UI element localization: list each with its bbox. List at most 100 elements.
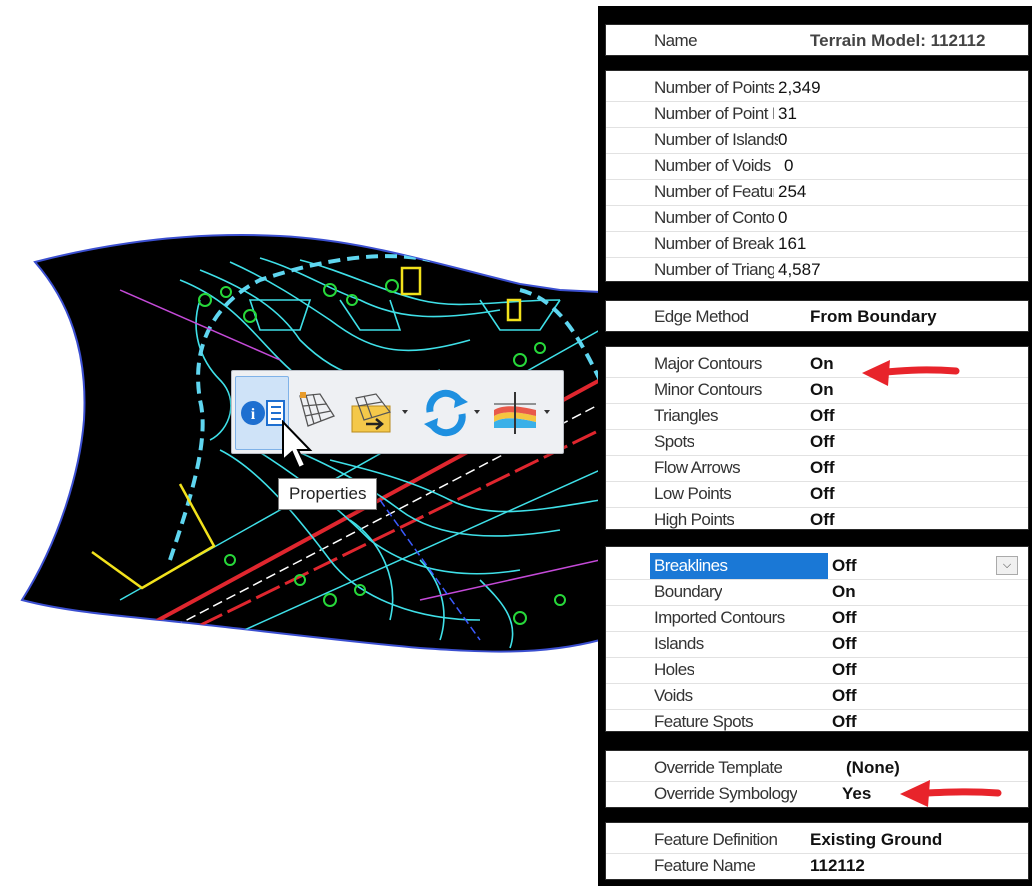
property-value[interactable]: Off: [832, 605, 857, 631]
property-label: Override Symbology: [654, 784, 798, 803]
property-label: Holes: [654, 660, 695, 679]
property-value[interactable]: From Boundary: [810, 304, 937, 330]
svg-text:i: i: [251, 406, 256, 423]
property-label: Feature Name: [654, 856, 756, 875]
property-row[interactable]: Major Contours On: [606, 351, 1028, 378]
property-label: Low Points: [654, 484, 732, 503]
property-label: Feature Definition: [654, 830, 778, 849]
property-value[interactable]: 112112: [810, 853, 865, 879]
mouse-pointer-icon: [281, 419, 315, 476]
property-label: Number of Voids: [654, 156, 771, 175]
property-value[interactable]: 0: [784, 153, 793, 179]
property-label: Number of Points: [654, 78, 774, 97]
property-label: Triangles: [654, 406, 718, 425]
annotation-arrow-icon: [862, 360, 960, 386]
property-label: Imported Contours: [654, 608, 785, 627]
property-value[interactable]: Terrain Model: 112112: [810, 28, 985, 54]
property-row[interactable]: Islands Off: [606, 631, 1028, 658]
property-value[interactable]: On: [810, 377, 834, 403]
profile-section-button[interactable]: [490, 376, 558, 448]
refresh-icon: [424, 389, 480, 437]
property-value[interactable]: Off: [832, 709, 857, 735]
property-value[interactable]: Off: [810, 455, 835, 481]
property-label: Minor Contours: [654, 380, 762, 399]
property-value[interactable]: Off: [810, 429, 835, 455]
display-group: Major Contours On Minor Contours On Triang…: [605, 346, 1029, 530]
property-label: Voids: [654, 686, 693, 705]
terrain-export-button[interactable]: [346, 376, 412, 448]
property-row[interactable]: Breaklines Off ⌵: [606, 553, 1028, 580]
property-value[interactable]: 0: [778, 127, 787, 153]
property-row[interactable]: Number of Feature 254: [606, 179, 1028, 206]
edge-method-group: Edge Method From Boundary: [605, 300, 1029, 332]
property-row[interactable]: Minor Contours On: [606, 377, 1028, 404]
property-row[interactable]: Low Points Off: [606, 481, 1028, 508]
property-value[interactable]: 4,587: [778, 257, 821, 283]
property-row[interactable]: Boundary On: [606, 579, 1028, 606]
property-value[interactable]: 161: [778, 231, 806, 257]
property-label: Edge Method: [654, 307, 749, 326]
property-row[interactable]: Number of Contou 0: [606, 205, 1028, 232]
property-label: Flow Arrows: [654, 458, 740, 477]
property-label: Override Template: [654, 758, 783, 777]
property-value[interactable]: Off: [810, 481, 835, 507]
property-row[interactable]: Number of Voids 0: [606, 153, 1028, 180]
property-value[interactable]: Off: [832, 657, 857, 683]
property-row[interactable]: Feature Spots Off: [606, 709, 1028, 735]
property-value[interactable]: Yes: [842, 781, 871, 807]
property-row[interactable]: Number of Islands 0: [606, 127, 1028, 154]
property-value[interactable]: Off: [810, 403, 835, 429]
property-label: Number of Triangl: [654, 260, 774, 279]
name-group: Name Terrain Model: 112112: [605, 24, 1029, 56]
property-label: Number of Feature: [654, 182, 774, 201]
property-value[interactable]: 2,349: [778, 75, 821, 101]
stats-group: Number of Points 2,349 Number of Point F3…: [605, 70, 1029, 282]
property-label-selected: Breaklines: [650, 553, 828, 579]
properties-tooltip: Properties: [278, 478, 378, 510]
property-label: Number of Contou: [654, 208, 774, 227]
property-label: Number of Islands: [654, 130, 778, 149]
property-value[interactable]: Off: [832, 553, 857, 579]
property-row[interactable]: Number of Triangl 4,587: [606, 257, 1028, 283]
property-value[interactable]: Off: [832, 683, 857, 709]
chevron-down-icon[interactable]: ⌵: [996, 556, 1018, 575]
property-value[interactable]: Off: [810, 507, 835, 533]
property-value[interactable]: 0: [778, 205, 787, 231]
property-row[interactable]: Triangles Off: [606, 403, 1028, 430]
property-row[interactable]: Number of Points 2,349: [606, 75, 1028, 102]
property-row[interactable]: Voids Off: [606, 683, 1028, 710]
property-label: Feature Spots: [654, 712, 753, 731]
property-label: Spots: [654, 432, 695, 451]
property-value[interactable]: 31: [778, 101, 797, 127]
property-label: Boundary: [654, 582, 722, 601]
property-row[interactable]: Feature Definition Existing Ground: [606, 827, 1028, 854]
property-value[interactable]: On: [810, 351, 834, 377]
features-group: Breaklines Off ⌵ Boundary On Imported Con…: [605, 546, 1029, 732]
property-value[interactable]: On: [832, 579, 856, 605]
property-row[interactable]: Flow Arrows Off: [606, 455, 1028, 482]
property-row[interactable]: Name Terrain Model: 112112: [606, 28, 1028, 54]
feature-definition-group: Feature Definition Existing Ground Featur…: [605, 822, 1029, 880]
property-row[interactable]: Number of Breakli 161: [606, 231, 1028, 258]
property-row[interactable]: High Points Off: [606, 507, 1028, 533]
property-value[interactable]: Existing Ground: [810, 827, 942, 853]
property-label: High Points: [654, 510, 735, 529]
property-row[interactable]: Imported Contours Off: [606, 605, 1028, 632]
property-row[interactable]: Edge Method From Boundary: [606, 304, 1028, 330]
property-row[interactable]: Feature Name 112112: [606, 853, 1028, 879]
annotation-arrow-icon: [900, 780, 1002, 807]
profile-section-icon: [494, 392, 550, 434]
property-label: Major Contours: [654, 354, 762, 373]
property-label: Islands: [654, 634, 704, 653]
property-value[interactable]: 254: [778, 179, 806, 205]
terrain-export-icon: [351, 393, 408, 433]
property-label: Number of Breakli: [654, 234, 774, 253]
property-row[interactable]: Holes Off: [606, 657, 1028, 684]
refresh-button[interactable]: [420, 376, 486, 448]
property-value[interactable]: (None): [846, 755, 900, 781]
property-value[interactable]: Off: [832, 631, 857, 657]
property-row[interactable]: Number of Point F 31: [606, 101, 1028, 128]
property-row[interactable]: Spots Off: [606, 429, 1028, 456]
property-label: Number of Point F: [654, 104, 774, 123]
property-label: Name: [654, 31, 697, 50]
